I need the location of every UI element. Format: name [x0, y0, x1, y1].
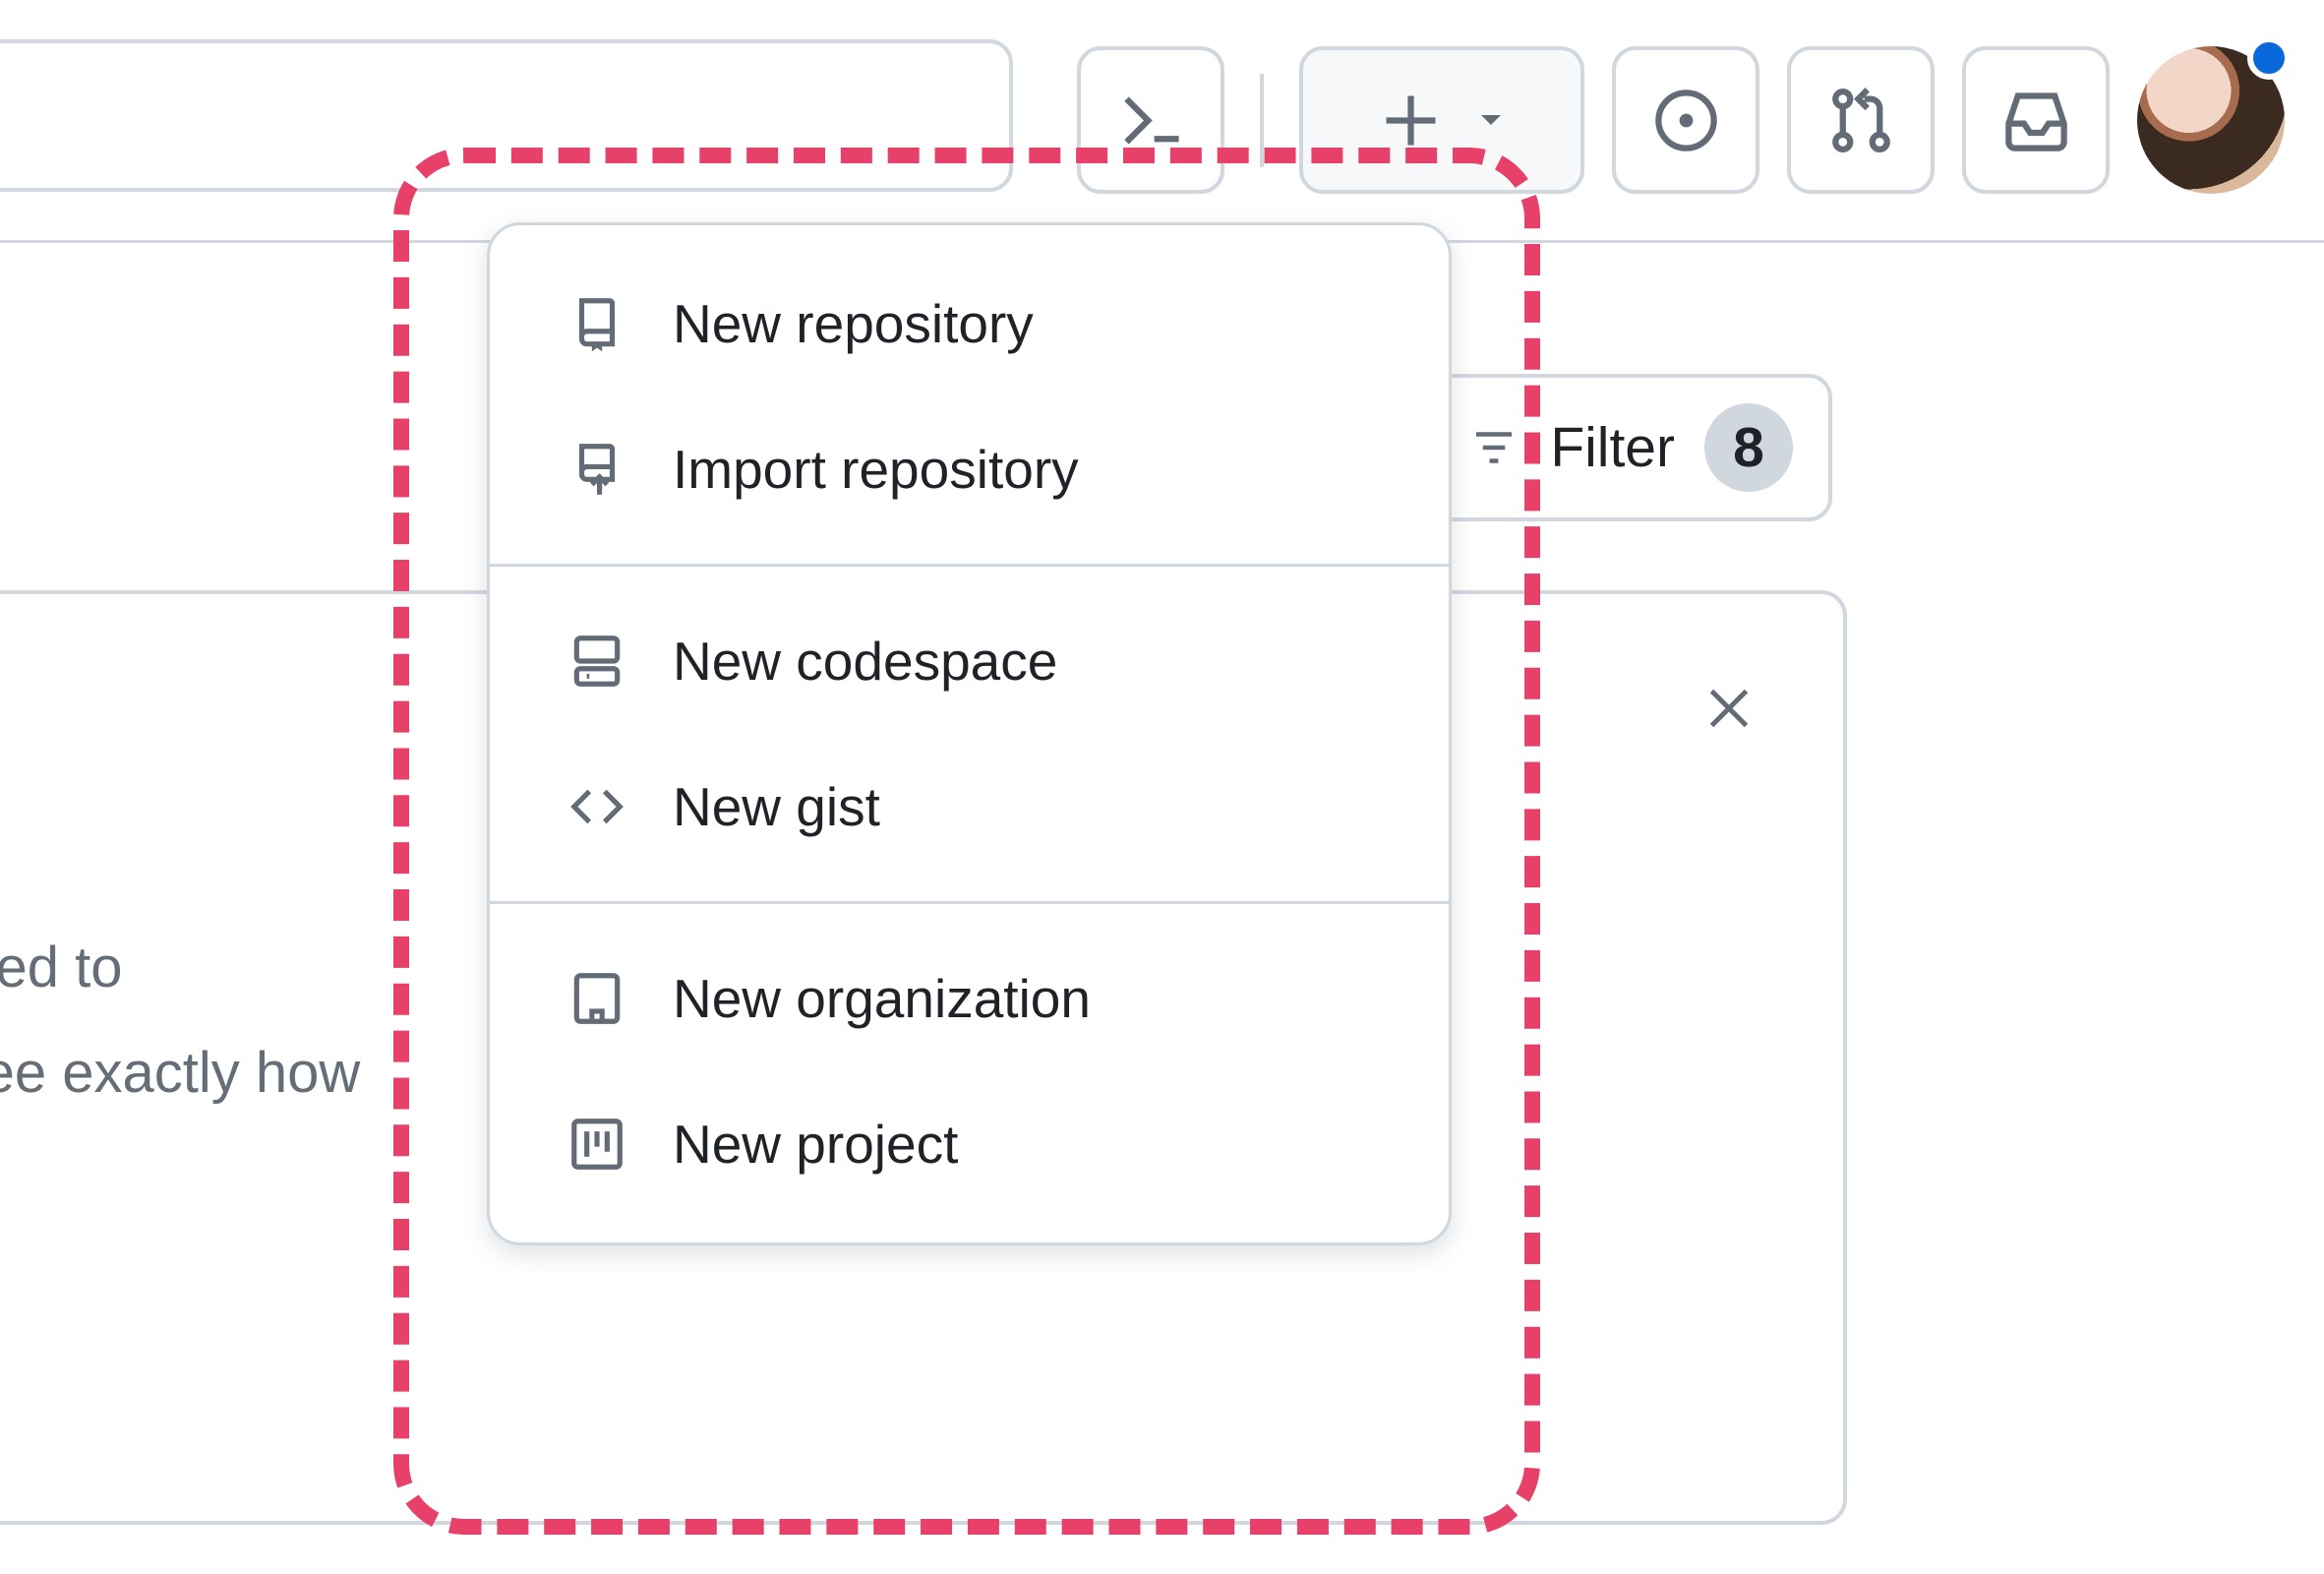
- close-icon: [1699, 679, 1758, 738]
- pull-requests-button[interactable]: [1787, 46, 1935, 194]
- repo-icon: [563, 293, 631, 354]
- git-pull-request-icon: [1824, 84, 1898, 157]
- organization-icon: [563, 968, 631, 1029]
- menu-item-new-organization[interactable]: New organization: [490, 926, 1449, 1071]
- vertical-divider: [1260, 74, 1264, 167]
- codespaces-icon: [563, 631, 631, 692]
- notifications-button[interactable]: [1962, 46, 2110, 194]
- command-palette-button[interactable]: [1077, 46, 1224, 194]
- menu-item-new-project[interactable]: New project: [490, 1071, 1449, 1217]
- issues-button[interactable]: [1612, 46, 1759, 194]
- card-close-button[interactable]: [1699, 679, 1758, 743]
- code-icon: [563, 776, 631, 837]
- menu-separator: [490, 901, 1449, 904]
- create-new-menu: New repository Import repository New cod…: [487, 222, 1452, 1245]
- menu-item-label: New project: [673, 1113, 958, 1176]
- menu-item-label: New gist: [673, 775, 880, 838]
- issue-opened-icon: [1649, 84, 1723, 157]
- user-avatar[interactable]: [2137, 46, 2285, 194]
- menu-item-new-repository[interactable]: New repository: [490, 251, 1449, 396]
- search-input[interactable]: [0, 39, 1013, 192]
- menu-item-new-gist[interactable]: New gist: [490, 734, 1449, 879]
- inbox-icon: [1999, 84, 2073, 157]
- create-new-button[interactable]: [1299, 46, 1584, 194]
- menu-separator: [490, 564, 1449, 567]
- command-palette-icon: [1114, 84, 1188, 157]
- repo-push-icon: [563, 439, 631, 500]
- filter-count-badge: 8: [1704, 403, 1793, 492]
- filter-label: Filter: [1550, 415, 1675, 480]
- menu-item-import-repository[interactable]: Import repository: [490, 396, 1449, 542]
- global-header: [0, 0, 2324, 243]
- menu-item-label: New repository: [673, 292, 1034, 355]
- filter-icon: [1467, 421, 1520, 474]
- menu-item-label: Import repository: [673, 438, 1079, 501]
- menu-item-label: New organization: [673, 967, 1091, 1030]
- triangle-down-icon: [1471, 100, 1511, 140]
- menu-item-label: New codespace: [673, 630, 1057, 693]
- plus-icon: [1374, 84, 1448, 157]
- menu-item-new-codespace[interactable]: New codespace: [490, 588, 1449, 734]
- project-icon: [563, 1114, 631, 1175]
- filter-button[interactable]: Filter 8: [1428, 374, 1832, 521]
- notification-dot-icon: [2247, 36, 2291, 80]
